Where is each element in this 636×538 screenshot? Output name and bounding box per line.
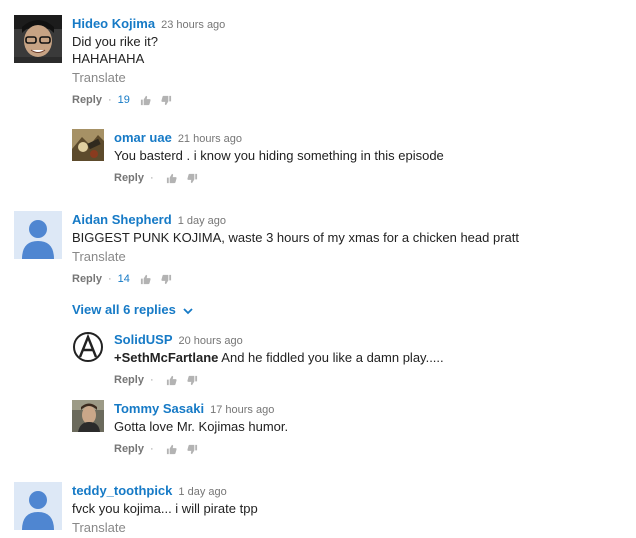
reply-button[interactable]: Reply <box>114 441 144 457</box>
default-user-avatar[interactable] <box>14 482 62 530</box>
comment-text-line: Gotta love Mr. Kojimas humor. <box>114 419 289 434</box>
comment-text-line: Did you rike it? <box>72 34 158 49</box>
thumbs-up-icon[interactable] <box>166 444 177 455</box>
like-count: 19 <box>117 94 130 106</box>
avatar[interactable] <box>72 400 104 432</box>
user-mention[interactable]: +SethMcFartlane <box>114 350 218 365</box>
default-user-avatar[interactable] <box>14 211 62 259</box>
like-count: 14 <box>117 273 130 285</box>
timestamp[interactable]: 1 day ago <box>178 215 226 227</box>
thumbs-down-icon[interactable] <box>161 274 172 285</box>
comment-actions: Reply · <box>114 372 444 388</box>
reply-button[interactable]: Reply <box>72 271 102 287</box>
comment-actions: Reply · 19 <box>72 92 225 108</box>
thumbs-down-icon[interactable] <box>161 95 172 106</box>
avatar[interactable] <box>72 129 104 161</box>
author-name[interactable]: Hideo Kojima <box>72 16 155 31</box>
translate-link[interactable]: Translate <box>72 69 225 87</box>
reply-button[interactable]: Reply <box>72 92 102 108</box>
timestamp[interactable]: 17 hours ago <box>210 404 274 416</box>
timestamp[interactable]: 23 hours ago <box>161 19 225 31</box>
translate-link[interactable]: Translate <box>72 248 519 266</box>
timestamp[interactable]: 1 day ago <box>178 486 226 498</box>
separator-dot: · <box>107 94 112 106</box>
comment-actions: Reply · <box>114 441 288 457</box>
reply-button[interactable]: Reply <box>114 372 144 388</box>
author-name[interactable]: SolidUSP <box>114 332 173 347</box>
author-name[interactable]: Aidan Shepherd <box>72 212 172 227</box>
thumbs-up-icon[interactable] <box>140 274 151 285</box>
comment-text-line: fvck you kojima... i will pirate tpp <box>72 501 258 516</box>
author-name[interactable]: omar uae <box>114 130 172 145</box>
comment-text: And he fiddled you like a damn play..... <box>218 350 444 365</box>
thumbs-down-icon[interactable] <box>187 173 198 184</box>
separator-dot: · <box>107 273 112 285</box>
view-all-replies-label: View all 6 replies <box>72 302 176 317</box>
view-all-replies-button[interactable]: View all 6 replies <box>72 301 193 320</box>
thumbs-down-icon[interactable] <box>187 375 198 386</box>
separator-dot: · <box>149 374 154 386</box>
timestamp[interactable]: 21 hours ago <box>178 133 242 145</box>
reply-button[interactable]: Reply <box>114 170 144 186</box>
author-name[interactable]: Tommy Sasaki <box>114 401 204 416</box>
thumbs-up-icon[interactable] <box>140 95 151 106</box>
author-name[interactable]: teddy_toothpick <box>72 483 172 498</box>
comment-text-line: You basterd . i know you hiding somethin… <box>114 148 444 163</box>
thumbs-up-icon[interactable] <box>166 173 177 184</box>
chevron-down-icon <box>183 302 193 320</box>
separator-dot: · <box>149 172 154 184</box>
thumbs-up-icon[interactable] <box>166 375 177 386</box>
comment-actions: Reply · 14 <box>72 271 519 287</box>
comment-text-line: +SethMcFartlane And he fiddled you like … <box>114 349 444 366</box>
separator-dot: · <box>149 443 154 455</box>
translate-link[interactable]: Translate <box>72 519 258 537</box>
comment-text-line: BIGGEST PUNK KOJIMA, waste 3 hours of my… <box>72 230 519 245</box>
avatar[interactable] <box>72 331 104 363</box>
timestamp[interactable]: 20 hours ago <box>179 335 243 347</box>
thumbs-down-icon[interactable] <box>187 444 198 455</box>
avatar[interactable] <box>14 15 62 63</box>
comment-actions: Reply · <box>114 170 444 186</box>
comment-text-line: HAHAHAHA <box>72 51 145 66</box>
